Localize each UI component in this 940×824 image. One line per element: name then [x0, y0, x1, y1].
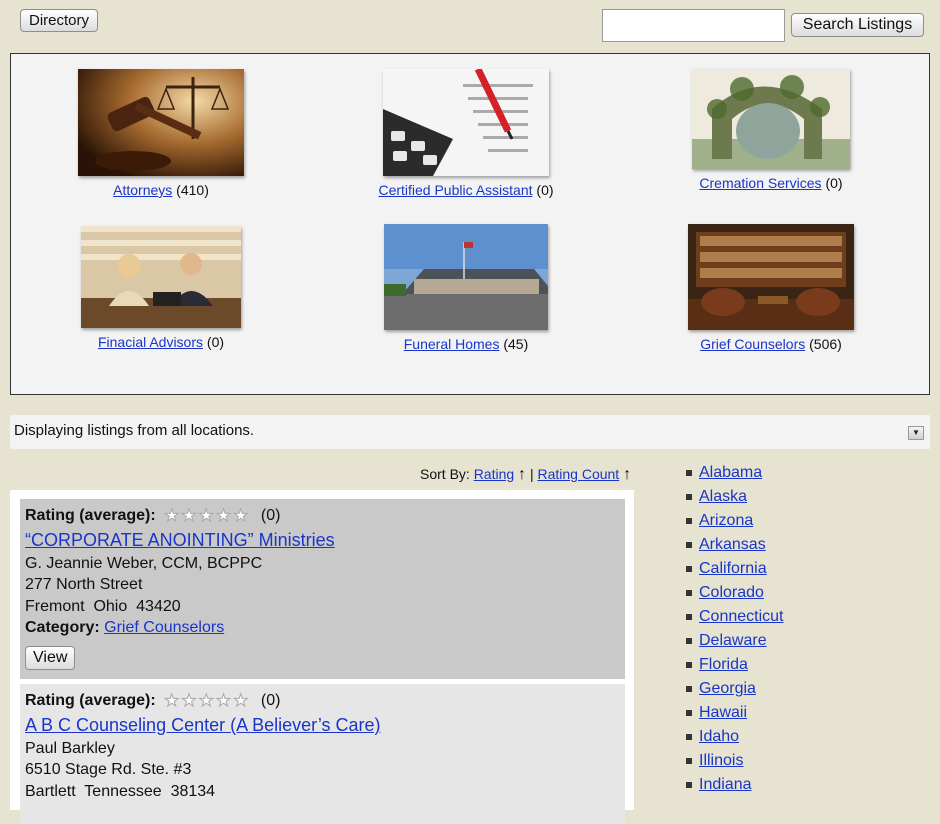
- state-link[interactable]: Delaware: [699, 632, 767, 649]
- chevron-down-icon[interactable]: ▼: [908, 426, 924, 440]
- state-link[interactable]: Georgia: [699, 680, 756, 697]
- state-link[interactable]: Illinois: [699, 752, 743, 769]
- location-text: Displaying listings from all locations.: [14, 422, 255, 439]
- listing-contact: Paul Barkley: [25, 739, 115, 757]
- category-attorneys: Attorneys (410): [11, 69, 311, 198]
- category-funeral-homes: Funeral Homes (45): [316, 224, 616, 352]
- state-link[interactable]: Florida: [699, 656, 748, 673]
- category-cremation: Cremation Services (0): [621, 69, 921, 191]
- category-link-funeral-homes[interactable]: Funeral Homes: [404, 336, 500, 352]
- category-link-cremation[interactable]: Cremation Services: [699, 175, 821, 191]
- listing-title-link[interactable]: A B C Counseling Center (A Believer’s Ca…: [25, 714, 381, 736]
- state-item: Alaska: [686, 486, 784, 510]
- category-count: (45): [503, 336, 529, 352]
- state-link[interactable]: Hawaii: [699, 704, 747, 721]
- star-icon[interactable]: ★: [198, 506, 216, 526]
- state-link[interactable]: Alabama: [699, 464, 762, 481]
- star-icon[interactable]: ★: [233, 506, 250, 526]
- funeral-home-building-photo[interactable]: [384, 224, 548, 330]
- state-item: Idaho: [686, 726, 784, 750]
- category-financial: Finacial Advisors (0): [11, 226, 311, 350]
- state-link[interactable]: Connecticut: [699, 608, 784, 625]
- state-item: Hawaii: [686, 702, 784, 726]
- star-rating[interactable]: ★★★★★: [164, 689, 250, 714]
- state-item: Arizona: [686, 510, 784, 534]
- category-cpa: Certified Public Assistant (0): [316, 69, 616, 198]
- state-link[interactable]: Colorado: [699, 584, 764, 601]
- rating-count: (0): [260, 692, 281, 709]
- star-icon[interactable]: ★: [181, 506, 198, 526]
- category-count: (0): [536, 182, 554, 198]
- category-label: Category:: [25, 619, 100, 636]
- rating-label: Rating (average):: [25, 507, 156, 524]
- listing-category-link[interactable]: Grief Counselors: [104, 619, 224, 636]
- rating-count: (0): [260, 507, 281, 524]
- star-icon[interactable]: ★: [215, 506, 233, 526]
- state-item: Indiana: [686, 774, 784, 798]
- stone-arch-painting[interactable]: [692, 69, 850, 169]
- sort-label: Sort By:: [420, 466, 470, 482]
- state-link[interactable]: California: [699, 560, 767, 577]
- state-link[interactable]: Indiana: [699, 776, 752, 793]
- library-room-photo[interactable]: [688, 224, 854, 330]
- category-link-cpa[interactable]: Certified Public Assistant: [378, 182, 532, 198]
- state-item: Alabama: [686, 462, 784, 486]
- category-link-attorneys[interactable]: Attorneys: [113, 182, 172, 198]
- sort-arrow-up-icon[interactable]: ↑: [623, 466, 631, 483]
- star-rating[interactable]: ★★★★★: [164, 504, 250, 529]
- listings-container: Rating (average): ★★★★★ (0) “CORPORATE A…: [10, 490, 634, 824]
- listing-title-link[interactable]: “CORPORATE ANOINTING” Ministries: [25, 529, 335, 551]
- state-link[interactable]: Alaska: [699, 488, 747, 505]
- star-icon[interactable]: ★: [215, 691, 233, 711]
- calculator-and-pen-photo[interactable]: [383, 69, 549, 176]
- star-icon[interactable]: ★: [181, 691, 198, 711]
- state-item: Florida: [686, 654, 784, 678]
- category-count: (506): [809, 336, 842, 352]
- state-item: California: [686, 558, 784, 582]
- state-item: Delaware: [686, 630, 784, 654]
- listing-item: Rating (average): ★★★★★ (0) “CORPORATE A…: [20, 499, 625, 679]
- star-icon[interactable]: ★: [198, 691, 216, 711]
- sort-separator: |: [529, 466, 534, 482]
- sort-bar: Sort By: Rating ↑ | Rating Count ↑: [420, 466, 631, 484]
- category-count: (0): [825, 175, 843, 191]
- advisors-meeting-photo[interactable]: [81, 226, 241, 328]
- state-list: Alabama Alaska Arizona Arkansas Californ…: [686, 462, 784, 798]
- sort-by-rating-link[interactable]: Rating: [474, 466, 514, 482]
- state-item: Colorado: [686, 582, 784, 606]
- gavel-and-scales-photo[interactable]: [78, 69, 244, 176]
- state-item: Georgia: [686, 678, 784, 702]
- state-item: Illinois: [686, 750, 784, 774]
- star-icon[interactable]: ★: [164, 691, 181, 711]
- state-link[interactable]: Idaho: [699, 728, 739, 745]
- state-link[interactable]: Arkansas: [699, 536, 766, 553]
- category-count: (410): [176, 182, 209, 198]
- state-item: Arkansas: [686, 534, 784, 558]
- listing-address: 277 North Street: [25, 576, 143, 593]
- search-input[interactable]: [602, 9, 785, 42]
- category-count: (0): [206, 334, 225, 350]
- star-icon[interactable]: ★: [233, 691, 250, 711]
- category-grief-counselors: Grief Counselors (506): [621, 224, 921, 352]
- listing-address: 6510 Stage Rd. Ste. #3: [25, 761, 192, 778]
- state-link[interactable]: Arizona: [699, 512, 753, 529]
- star-icon[interactable]: ★: [164, 506, 181, 526]
- rating-label: Rating (average):: [25, 692, 156, 709]
- sort-by-rating-count-link[interactable]: Rating Count: [537, 466, 619, 482]
- category-link-financial[interactable]: Finacial Advisors: [98, 334, 203, 350]
- listing-contact: G. Jeannie Weber, CCM, BCPPC: [25, 554, 263, 572]
- category-link-grief-counselors[interactable]: Grief Counselors: [700, 336, 805, 352]
- listing-city: Fremont Ohio 43420: [25, 597, 181, 615]
- sort-arrow-up-icon[interactable]: ↑: [518, 466, 526, 483]
- view-button[interactable]: View: [25, 645, 76, 670]
- location-bar[interactable]: Displaying listings from all locations. …: [10, 415, 930, 449]
- search-listings-button[interactable]: Search Listings: [791, 13, 924, 37]
- state-item: Connecticut: [686, 606, 784, 630]
- listing-city: Bartlett Tennessee 38134: [25, 782, 216, 800]
- category-panel: Attorneys (410) Certified Public Assista…: [10, 53, 930, 395]
- directory-button[interactable]: Directory: [20, 9, 99, 32]
- listing-item: Rating (average): ★★★★★ (0) A B C Counse…: [20, 684, 625, 824]
